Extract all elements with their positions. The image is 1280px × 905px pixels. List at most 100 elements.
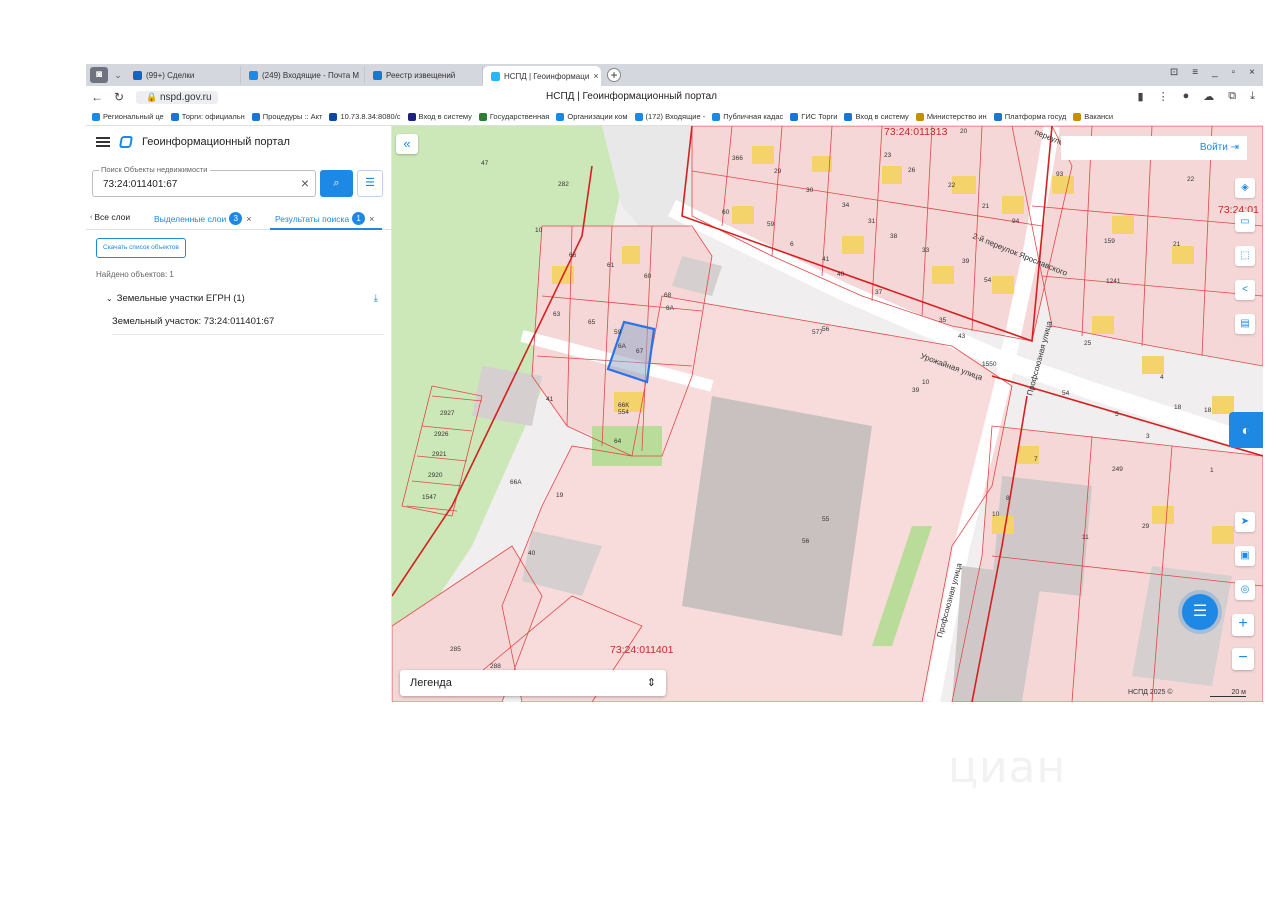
bookmark-item[interactable]: Вход в систему [844,112,909,121]
bookmark-item[interactable]: Организации ком [556,112,628,121]
hamburger-menu-icon[interactable] [96,137,110,147]
bookmark-icon[interactable]: ▮ [1138,90,1144,103]
bookmark-label: Вход в систему [855,112,909,121]
cadastral-map[interactable]: 67666160 688А6365 596А66К554 64411966А 4… [392,126,1263,702]
bookmark-item[interactable]: ГИС Торги [790,112,837,121]
bookmark-icon [634,112,643,121]
tab-selected-layers[interactable]: Выделенные слои 3 × [154,212,252,225]
minimize-icon[interactable]: _ [1212,67,1218,78]
bookmark-item[interactable]: Региональный це [92,112,164,121]
browser-menu-icon[interactable]: ◙ [90,67,108,83]
tab-label: (99+) Сделки [146,70,195,80]
tab-registry[interactable]: Реестр извещений [365,66,483,84]
download-icon[interactable]: ⤓ [374,293,378,304]
bookmark-item[interactable]: Ваканси [1073,112,1113,121]
bookmark-item[interactable]: Платформа госуд [993,112,1066,121]
svg-text:1550: 1550 [982,361,997,368]
svg-text:1: 1 [1210,467,1214,474]
svg-text:41: 41 [822,256,830,263]
reload-icon[interactable]: ↻ [108,90,130,104]
new-tab-button[interactable]: + [607,68,621,82]
svg-text:554: 554 [618,409,629,416]
bookmarks-bar: Региональный це Торги: официальн Процедуры… [86,108,1263,126]
bookmark-item[interactable]: 10.73.8.34:8080/с [329,112,401,121]
zoom-in-button[interactable]: + [1232,614,1254,636]
active-tab-indicator [270,228,382,230]
tab-search-results[interactable]: Результаты поиска 1 × [275,212,374,225]
bookmark-item[interactable]: Публичная кадас [712,112,783,121]
tab-all-layers[interactable]: ‹ Все слои [90,212,130,222]
bookmark-icon [915,112,924,121]
svg-text:11: 11 [1082,534,1089,541]
svg-text:366: 366 [732,155,743,162]
bookmark-icon [251,112,260,121]
download-list-button[interactable]: Скачать список объектов [96,238,186,258]
login-button[interactable]: Войти ⇥ [1061,136,1247,160]
bookmark-icon [170,112,179,121]
map-copyright: НСПД 2025 © [1128,689,1173,696]
bookmark-item[interactable]: Торги: официальн [170,112,245,121]
bookmark-item[interactable]: Министерство ин [915,112,987,121]
select-area-icon[interactable]: ⬚ [1235,246,1255,266]
chevron-down-icon[interactable]: ⌄ [111,70,125,81]
svg-text:38: 38 [890,233,898,240]
svg-text:26: 26 [908,167,916,174]
share-icon[interactable]: < [1235,280,1255,300]
svg-text:8: 8 [1006,495,1010,502]
bookmark-label: 10.73.8.34:8080/с [340,112,401,121]
restore-icon[interactable]: ▫ [1232,67,1236,78]
tab-deals[interactable]: (99+) Сделки [125,66,241,84]
bookmark-icon [92,112,100,121]
svg-text:285: 285 [450,646,461,653]
filter-button[interactable]: ☰ [357,170,383,197]
legend-select[interactable]: Легенда ⇕ [400,670,666,696]
tab-favicon-icon [373,70,382,80]
bookmark-item[interactable]: Процедуры :: Акт [251,112,322,121]
cloud-icon[interactable]: ☁ [1203,90,1214,103]
download-icon[interactable]: ⤓ [1250,90,1255,103]
extension-icon[interactable]: ● [1183,90,1190,103]
gps-icon[interactable]: ◎ [1235,580,1255,600]
zoom-out-button[interactable]: − [1232,648,1254,670]
bookmark-icon [329,112,338,121]
basemap-icon[interactable]: ▣ [1235,546,1255,566]
more-icon[interactable]: ⋮ [1158,90,1169,103]
map-view[interactable]: 67 66 61 60 68 8А 63 65 59 6А 66К 554 64 41 19 66А 4… [392,126,1263,702]
result-item[interactable]: Земельный участок: 73:24:011401:67 [112,307,384,335]
svg-text:2926: 2926 [434,431,449,438]
bookmark-icon [712,112,721,121]
result-group[interactable]: ⌄ Земельные участки ЕГРН (1) ⤓ [106,293,378,304]
close-icon[interactable]: × [369,214,374,224]
bookmark-item[interactable]: Государственная [478,112,549,121]
svg-text:159: 159 [1104,238,1115,245]
bookmark-label: Публичная кадас [723,112,784,121]
close-tab-icon[interactable]: × [593,71,598,81]
svg-text:4: 4 [1160,374,1164,381]
svg-text:22: 22 [1187,176,1195,183]
search-button[interactable]: ⌕ [320,170,353,197]
svg-text:61: 61 [607,262,615,269]
layers-icon[interactable]: ◈ [1235,178,1255,198]
downloads-icon[interactable]: ⊡ [1170,67,1178,78]
geolocation-icon[interactable]: ➤ [1235,512,1255,532]
url-field[interactable]: 🔒 nspd.gov.ru [136,90,218,104]
back-icon[interactable]: ← [86,90,108,104]
close-icon[interactable]: × [246,214,251,224]
close-window-icon[interactable]: × [1249,67,1255,78]
assistant-tab-icon[interactable]: ◐ [1229,412,1263,448]
bookmark-item[interactable]: Вход в систему [407,112,472,121]
tab-mail[interactable]: (249) Входящие - Почта М [241,66,365,84]
translate-icon[interactable]: ⧉ [1228,90,1236,103]
print-icon[interactable]: ▤ [1235,314,1255,334]
chat-icon[interactable]: ☰ [1182,594,1218,630]
bookmark-item[interactable]: (172) Входящие - [634,112,705,121]
svg-text:6А: 6А [618,343,627,350]
menu-icon[interactable]: ≡ [1192,67,1198,78]
clear-icon[interactable]: × [301,176,309,190]
legend-label: Легенда [410,677,452,689]
bookmark-icon [478,112,487,121]
collapse-panel-icon[interactable]: « [396,134,418,154]
search-input[interactable]: Поиск Объекты недвижимости 73:24:011401:… [92,165,316,197]
ruler-icon[interactable]: ▭ [1235,212,1255,232]
tab-nspd[interactable]: НСПД | Геоинформаци × [483,66,601,86]
